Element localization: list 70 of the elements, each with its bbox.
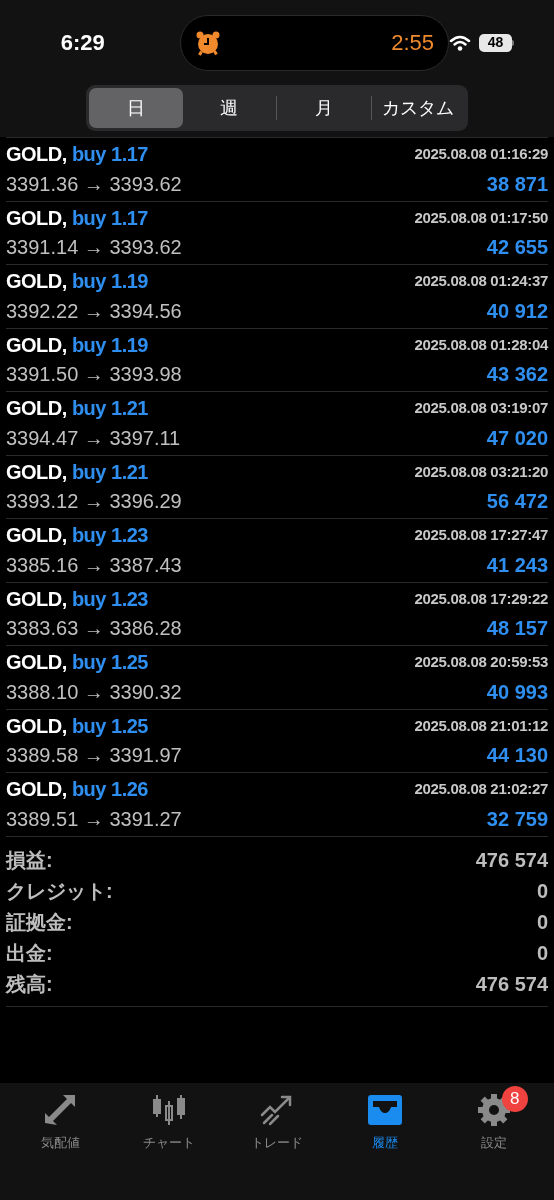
deal-title: GOLD, buy 1.21 (6, 396, 148, 422)
period-tab[interactable]: 週 (182, 88, 276, 128)
deal-profit: 40 993 (486, 679, 548, 705)
deal-profit: 32 759 (486, 806, 548, 832)
nav-tab[interactable]: チャート (114, 1085, 223, 1157)
deal-time: 2025.08.08 17:29:22 (414, 588, 548, 609)
period-tab[interactable]: カスタム (371, 88, 465, 128)
summary-label: 出金: (6, 941, 53, 966)
deal-time: 2025.08.08 01:28:04 (414, 334, 548, 355)
deal-title: GOLD, buy 1.26 (6, 777, 148, 803)
summary-label: 損益: (6, 848, 53, 873)
deal-prices: 3389.58 → 3391.97 (6, 743, 182, 769)
deal-prices: 3389.51 → 3391.27 (6, 806, 182, 832)
deal-prices: 3391.50 → 3393.98 (6, 362, 182, 388)
deal-prices: 3383.63 → 3386.28 (6, 616, 182, 642)
deal-time: 2025.08.08 20:59:53 (414, 652, 548, 672)
deal-time: 2025.08.08 01:24:37 (414, 271, 548, 291)
deal-title: GOLD, buy 1.23 (6, 586, 148, 612)
summary-label: 証拠金: (6, 910, 73, 935)
summary-value: 476 574 (475, 972, 548, 997)
summary-value: 476 574 (475, 848, 548, 873)
deal-profit: 48 157 (486, 616, 548, 642)
deal-title: GOLD, buy 1.21 (6, 459, 148, 485)
summary-label: クレジット: (6, 879, 113, 904)
deal-prices: 3393.12 → 3396.29 (6, 489, 182, 515)
deal-title: GOLD, buy 1.17 (6, 205, 148, 231)
deal-prices: 3391.14 → 3393.62 (6, 235, 182, 261)
alarm-clock-icon (194, 29, 221, 56)
deal-profit: 44 130 (486, 743, 548, 769)
deal-prices: 3391.36 → 3393.62 (6, 171, 182, 197)
deal-prices: 3385.16 → 3387.43 (6, 552, 182, 578)
deal-prices: 3388.10 → 3390.32 (6, 679, 182, 705)
deal-time: 2025.08.08 03:19:07 (414, 398, 548, 418)
deal-profit: 47 020 (486, 425, 548, 451)
clock-time: 6:29 (59, 29, 106, 57)
deal-title: GOLD, buy 1.23 (6, 523, 148, 549)
deal-prices: 3392.22 → 3394.56 (6, 298, 182, 324)
nav-tab[interactable]: 履歴 (331, 1085, 440, 1157)
nav-tab[interactable]: 気配値 (6, 1085, 115, 1157)
deal-profit: 41 243 (486, 552, 548, 578)
deal-title: GOLD, buy 1.19 (6, 269, 148, 295)
nav-tab[interactable]: 設定 8 (439, 1085, 549, 1157)
deal-time: 2025.08.08 01:17:50 (414, 207, 548, 228)
deal-title: GOLD, buy 1.17 (6, 142, 148, 168)
deal-title: GOLD, buy 1.19 (6, 332, 148, 358)
notification-badge: 8 (501, 1086, 528, 1112)
deal-time: 2025.08.08 01:16:29 (414, 144, 548, 164)
wifi-icon (449, 34, 471, 51)
timer-text: 2:55 (391, 29, 434, 57)
deal-time: 2025.08.08 03:21:20 (414, 461, 548, 482)
deal-profit: 43 362 (486, 362, 548, 388)
summary-value: 0 (536, 941, 548, 966)
deal-time: 2025.08.08 21:01:12 (414, 715, 548, 736)
period-tab[interactable]: 日 (89, 88, 183, 128)
battery-indicator: 48 (479, 33, 512, 52)
deal-time: 2025.08.08 21:02:27 (414, 779, 548, 799)
inbox-tray-icon (366, 1093, 405, 1127)
summary-label: 残高: (6, 972, 53, 997)
summary-value: 0 (536, 879, 548, 904)
deal-title: GOLD, buy 1.25 (6, 650, 148, 676)
deal-profit: 40 912 (486, 298, 548, 324)
deal-time: 2025.08.08 17:27:47 (414, 525, 548, 545)
period-tab[interactable]: 月 (277, 88, 371, 128)
nav-tab[interactable]: トレード (222, 1085, 332, 1157)
deal-profit: 38 871 (486, 171, 548, 197)
deal-profit: 56 472 (486, 489, 548, 515)
deal-title: GOLD, buy 1.25 (6, 713, 148, 739)
summary-value: 0 (536, 910, 548, 935)
deal-profit: 42 655 (486, 235, 548, 261)
deal-prices: 3394.47 → 3397.11 (6, 425, 181, 451)
